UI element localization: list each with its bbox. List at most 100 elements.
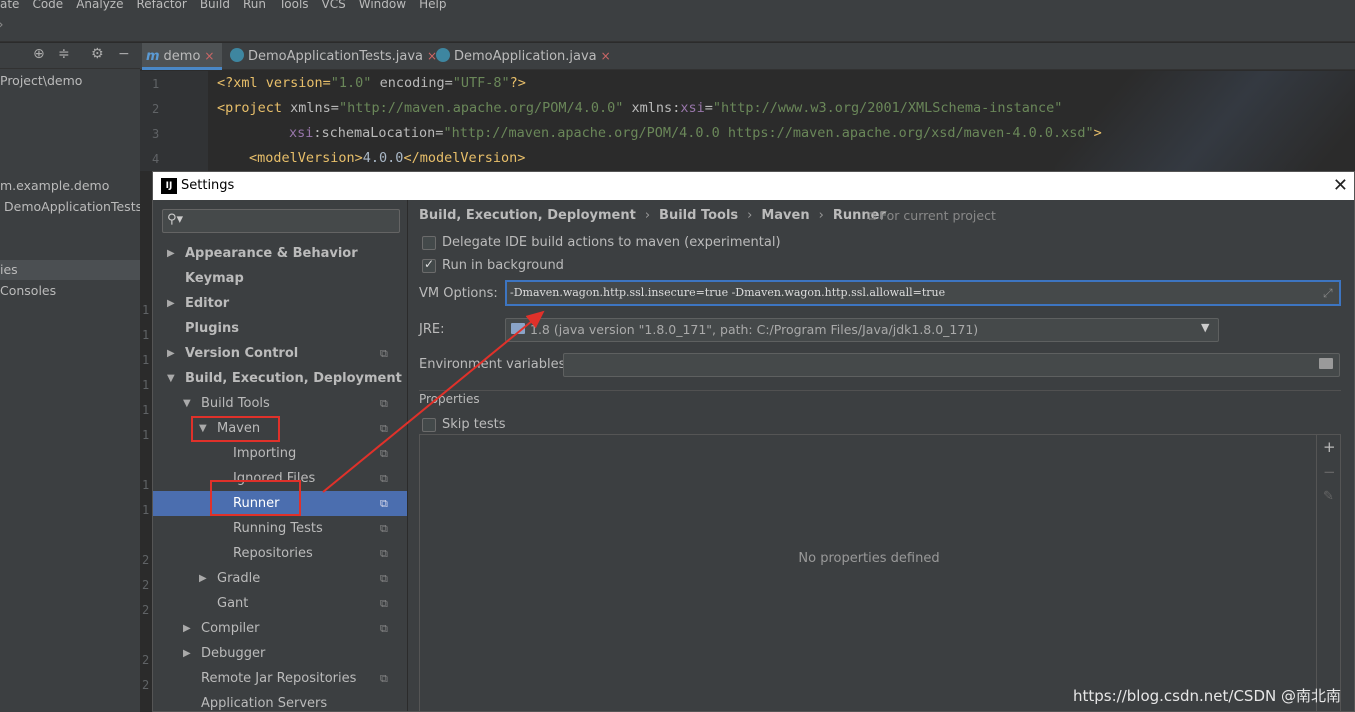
settings-search-input[interactable]: ⚲▾ (162, 209, 400, 233)
folder-icon[interactable] (1319, 358, 1333, 369)
tree-item-app-servers[interactable]: Application Servers (153, 691, 407, 711)
menu-item[interactable]: Code (32, 0, 63, 11)
tree-item-label: Remote Jar Repositories (201, 671, 357, 686)
tab-label: DemoApplicationTests.java (248, 49, 424, 64)
tree-item-label: Debugger (201, 646, 266, 661)
collapse-icon[interactable]: ≑ (58, 46, 70, 62)
tab-demo[interactable]: m demo × (142, 43, 222, 70)
divider (407, 200, 408, 711)
expand-arrow-icon[interactable]: ▶ (167, 241, 175, 266)
menu-item[interactable]: Tools (279, 0, 309, 11)
properties-table[interactable]: No properties defined (419, 434, 1317, 711)
vm-options-input[interactable]: -Dmaven.wagon.http.ssl.insecure=true -Dm… (505, 280, 1341, 306)
gutter-fragment: 2 (142, 653, 150, 667)
copy-project-icon: ⧉ (380, 497, 388, 510)
close-icon[interactable]: × (204, 49, 214, 63)
run-in-background-checkbox[interactable] (422, 257, 436, 273)
expand-arrow-icon[interactable]: ▶ (183, 641, 191, 666)
tree-item-label: Running Tests (233, 521, 323, 536)
add-icon[interactable]: + (1323, 438, 1336, 456)
target-icon[interactable]: ⊕ (33, 46, 45, 62)
tree-item-editor[interactable]: ▶ Editor (153, 291, 407, 316)
gutter-fragment: 2 (142, 578, 150, 592)
highlight-box-maven (191, 416, 280, 442)
settings-dialog: IJ Settings ✕ ⚲▾ ▶ Appearance & Behavior … (152, 171, 1355, 712)
remove-icon[interactable]: − (1323, 463, 1336, 481)
project-item[interactable]: DemoApplicationTests (4, 199, 140, 214)
run-in-background-label: Run in background (442, 258, 564, 273)
gear-icon[interactable]: ⚙ (91, 46, 104, 62)
breadcrumb-item: Build, Execution, Deployment (419, 208, 636, 223)
expand-arrow-icon[interactable]: ▶ (167, 341, 175, 366)
env-vars-input[interactable] (563, 353, 1340, 377)
tree-item-label: Build, Execution, Deployment (185, 371, 402, 386)
breadcrumb-separator: › (644, 208, 651, 223)
code-editor[interactable]: <?xml version="1.0" encoding="UTF-8"?> <… (208, 71, 1355, 171)
edit-icon[interactable]: ✎ (1323, 489, 1334, 504)
navigation-bar: › (0, 14, 1355, 42)
skip-tests-checkbox[interactable] (422, 418, 436, 432)
menu-item[interactable]: Refactor (136, 0, 186, 11)
tree-item-label: Application Servers (201, 696, 328, 711)
tree-item-appearance[interactable]: ▶ Appearance & Behavior (153, 241, 407, 266)
tree-item-importing[interactable]: Importing ⧉ (153, 441, 407, 466)
tree-item-remote-jar[interactable]: Remote Jar Repositories ⧉ (153, 666, 407, 691)
tree-item-label: Plugins (185, 321, 239, 336)
watermark: https://blog.csdn.net/CSDN @南北南 (1073, 687, 1341, 705)
collapse-arrow-icon[interactable]: ▼ (183, 391, 191, 416)
tree-item-keymap[interactable]: Keymap (153, 266, 407, 291)
dropdown-arrow-icon[interactable]: ▼ (1201, 321, 1209, 334)
copy-project-icon: ⧉ (867, 208, 880, 223)
tree-item-plugins[interactable]: Plugins (153, 316, 407, 341)
tree-item-label: Repositories (233, 546, 313, 561)
menu-item[interactable]: Help (419, 0, 446, 11)
jre-select[interactable]: 1.8 (java version "1.8.0_171", path: C:/… (505, 318, 1219, 342)
project-toolbar: ⊕ ≑ ⚙ − (0, 43, 140, 69)
menu-bar: ate Code Analyze Refactor Build Run Tools VCS Wi… (0, 0, 1355, 14)
gutter-fragment: 2 (142, 553, 150, 567)
chevron-right-icon: › (0, 17, 4, 33)
close-icon[interactable]: × (601, 49, 611, 63)
delegate-checkbox[interactable] (422, 236, 436, 250)
copy-project-icon: ⧉ (380, 397, 388, 410)
tree-item-compiler[interactable]: ▶ Compiler ⧉ (153, 616, 407, 641)
project-item[interactable]: Consoles (0, 283, 56, 298)
gutter-fragment: 1 (142, 303, 150, 317)
properties-section-title: Properties (419, 392, 484, 406)
collapse-arrow-icon[interactable]: ▼ (167, 366, 175, 391)
tree-item-version-control[interactable]: ▶ Version Control ⧉ (153, 341, 407, 366)
expand-arrow-icon[interactable]: ▶ (183, 616, 191, 641)
tree-item-build-tools[interactable]: ▼ Build Tools ⧉ (153, 391, 407, 416)
close-button[interactable]: ✕ (1333, 175, 1348, 196)
tree-item-debugger[interactable]: ▶ Debugger (153, 641, 407, 666)
line-number: 1 (152, 77, 160, 91)
tree-item-repositories[interactable]: Repositories ⧉ (153, 541, 407, 566)
line-gutter: 1 2 3 4 (140, 71, 208, 171)
menu-item[interactable]: Run (243, 0, 266, 11)
menu-item[interactable]: Window (359, 0, 406, 11)
menu-item[interactable]: ate (0, 0, 19, 11)
expand-arrow-icon[interactable]: ▶ (167, 291, 175, 316)
menu-item[interactable]: Analyze (76, 0, 123, 11)
expand-icon[interactable]: ⤢ (1323, 286, 1333, 301)
project-item[interactable]: ies (0, 262, 18, 277)
jre-label: JRE: (419, 322, 445, 337)
tree-item-gradle[interactable]: ▶ Gradle ⧉ (153, 566, 407, 591)
code-line-4: <modelVersion>4.0.0</modelVersion> (249, 150, 526, 166)
menu-item[interactable]: Build (200, 0, 230, 11)
expand-arrow-icon[interactable]: ▶ (199, 566, 207, 591)
tab-demoapplicationtests[interactable]: DemoApplicationTests.java × (226, 43, 437, 70)
project-item[interactable]: m.example.demo (0, 178, 109, 193)
tree-item-label: Importing (233, 446, 297, 461)
copy-project-icon: ⧉ (380, 597, 388, 610)
tab-demoapplication[interactable]: DemoApplication.java × (432, 43, 611, 70)
menu-item[interactable]: VCS (322, 0, 346, 11)
tree-item-gant[interactable]: Gant ⧉ (153, 591, 407, 616)
project-panel: Project\demo m.example.demo DemoApplicat… (0, 43, 140, 712)
gutter-fragment: 1 (142, 403, 150, 417)
tree-item-running-tests[interactable]: Running Tests ⧉ (153, 516, 407, 541)
line-number: 2 (152, 102, 160, 116)
minimize-icon[interactable]: − (118, 46, 130, 62)
tree-item-build[interactable]: ▼ Build, Execution, Deployment (153, 366, 407, 391)
project-path[interactable]: Project\demo (0, 73, 82, 88)
